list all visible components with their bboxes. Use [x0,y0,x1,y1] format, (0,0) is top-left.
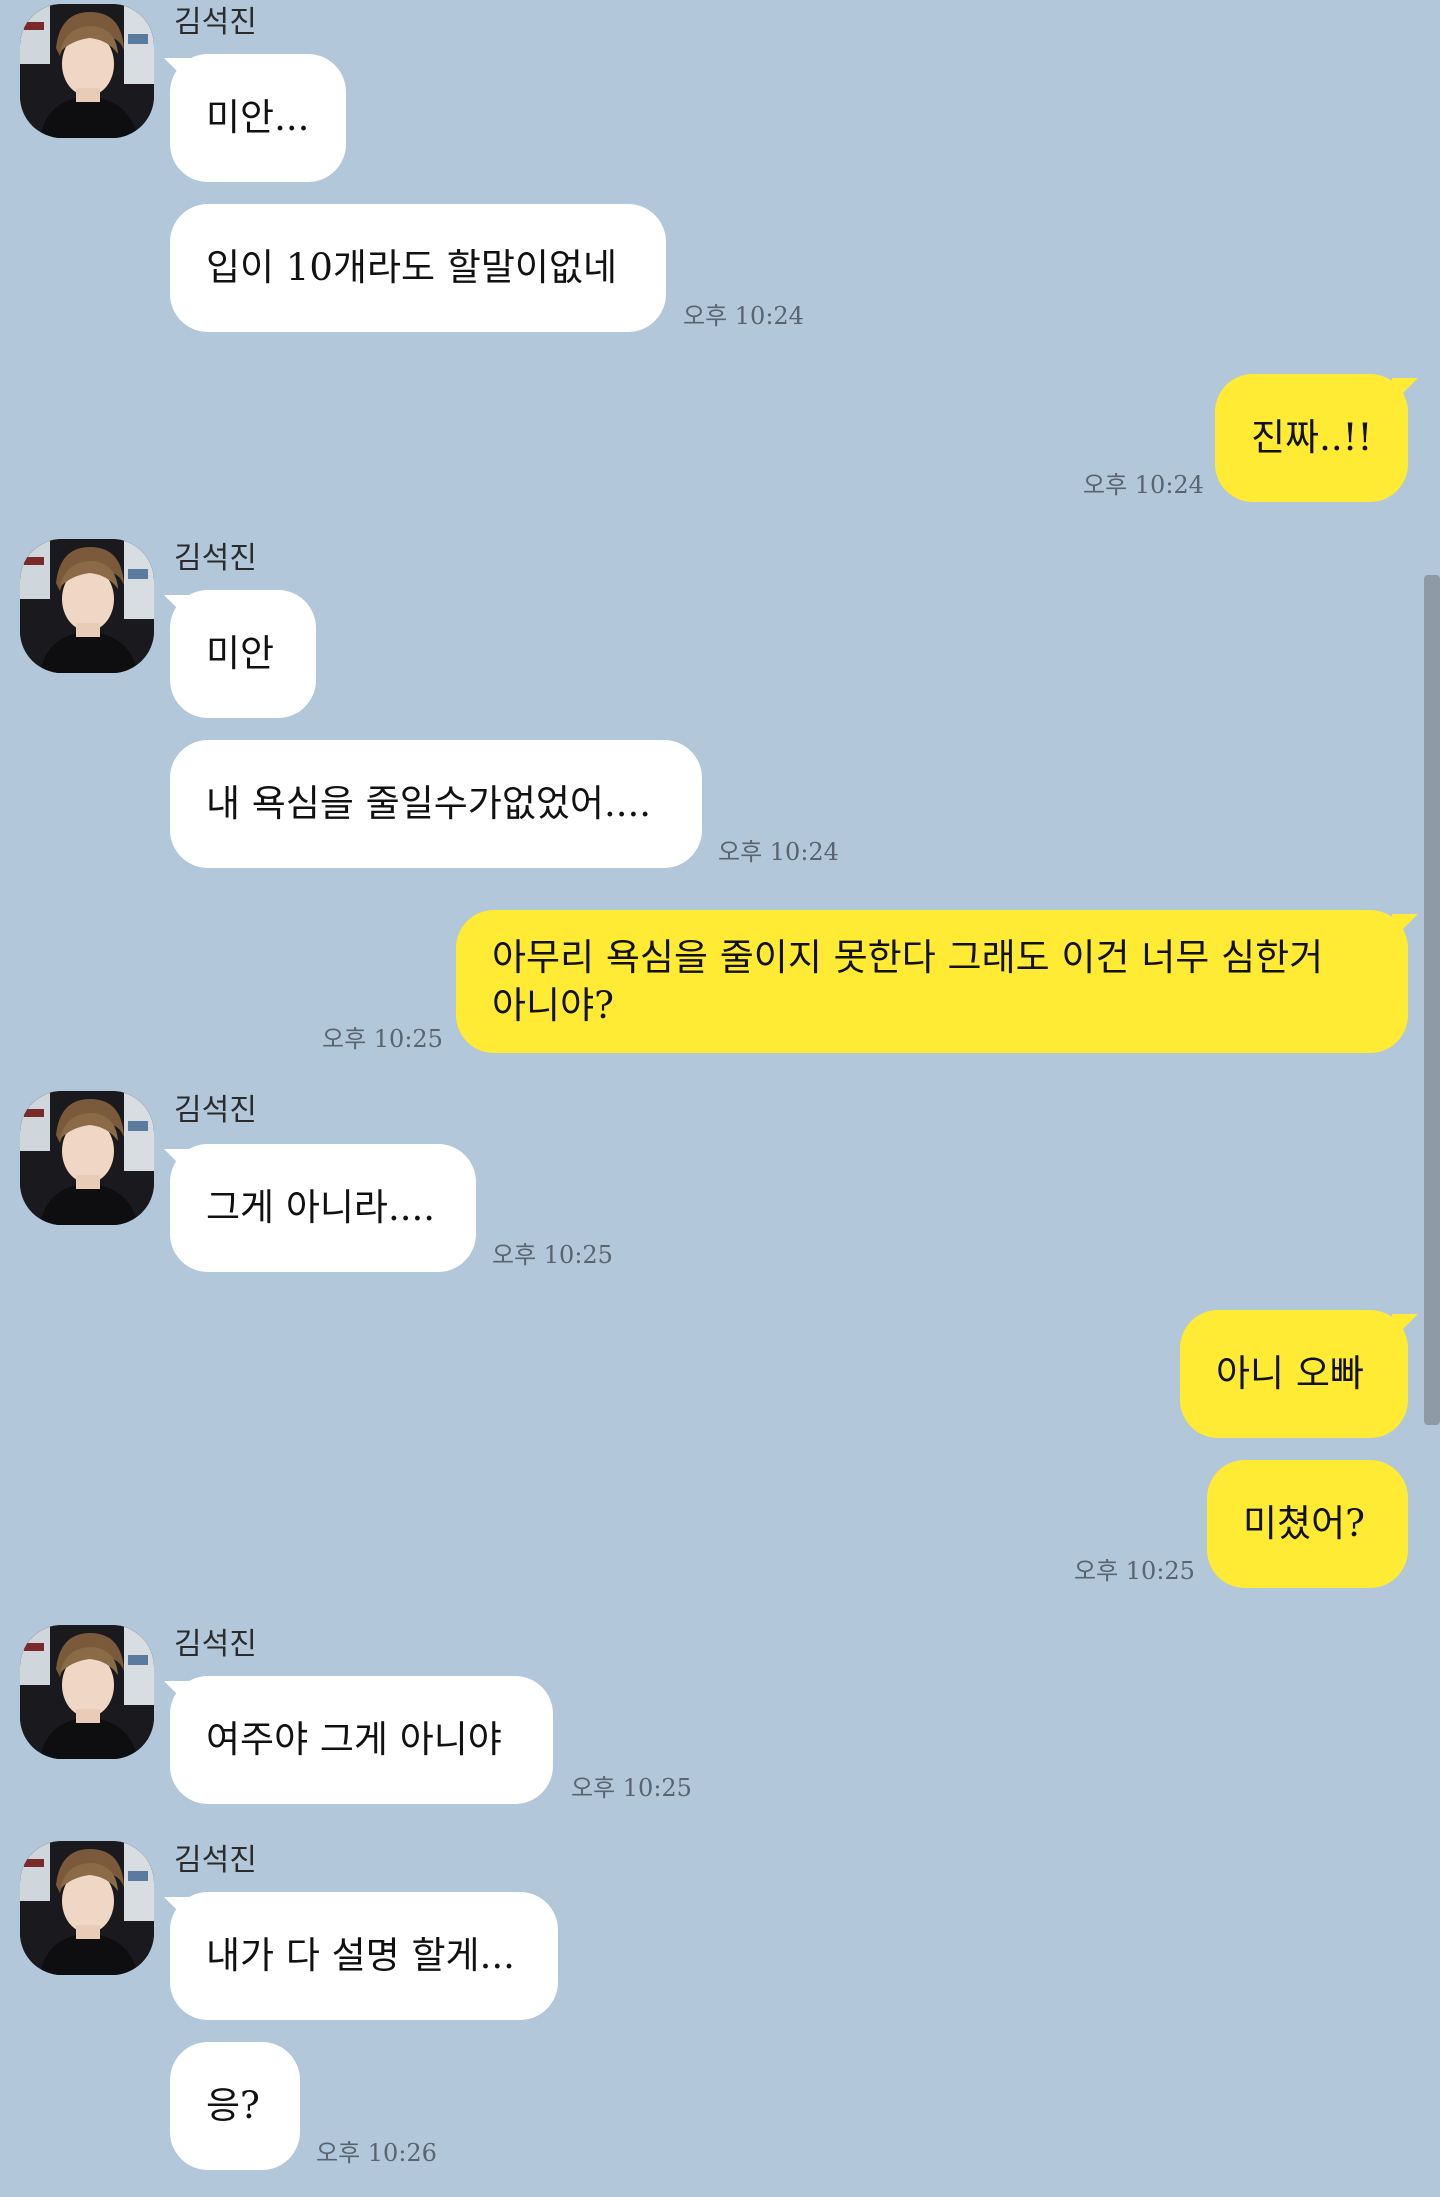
message-bubble[interactable]: 내가 다 설명 할게... [170,1892,558,2020]
message-bubble[interactable]: 미안... [170,54,346,182]
profile-photo-icon [20,1091,154,1225]
message-time: 오후 10:24 [1083,471,1204,499]
message-bubble[interactable]: 아무리 욕심을 줄이지 못한다 그래도 이건 너무 심한거 아니야? [456,910,1408,1053]
message-bubble[interactable]: 응? [170,2042,300,2170]
avatar[interactable] [20,539,154,673]
scrollbar[interactable] [1424,575,1440,1425]
message-time: 오후 10:24 [718,838,839,866]
avatar[interactable] [20,1625,154,1759]
message-bubble[interactable]: 아니 오빠 [1180,1310,1408,1438]
message-bubble[interactable]: 미쳤어? [1207,1460,1408,1588]
message-time: 오후 10:24 [683,302,804,330]
sender-name: 김석진 [174,1843,257,1878]
message-time: 오후 10:25 [322,1025,443,1053]
sender-name: 김석진 [174,1627,257,1662]
avatar[interactable] [20,1841,154,1975]
sender-name: 김석진 [174,1093,257,1128]
message-bubble[interactable]: 내 욕심을 줄일수가없었어.... [170,740,702,868]
message-bubble[interactable]: 여주야 그게 아니야 [170,1676,553,1804]
avatar[interactable] [20,4,154,138]
message-bubble[interactable]: 미안 [170,590,316,718]
sender-name: 김석진 [174,541,257,576]
message-bubble[interactable]: 그게 아니라.... [170,1144,476,1272]
message-bubble[interactable]: 입이 10개라도 할말이없네 [170,204,666,332]
message-time: 오후 10:25 [492,1241,613,1269]
profile-photo-icon [20,4,154,138]
avatar[interactable] [20,1091,154,1225]
sender-name: 김석진 [174,5,257,40]
message-time: 오후 10:25 [571,1774,692,1802]
profile-photo-icon [20,539,154,673]
message-bubble[interactable]: 진짜..!! [1215,374,1408,502]
message-time: 오후 10:25 [1074,1557,1195,1585]
profile-photo-icon [20,1625,154,1759]
message-time: 오후 10:26 [316,2139,437,2167]
profile-photo-icon [20,1841,154,1975]
chat-area[interactable]: 김석진 미안... 입이 10개라도 할말이없네 오후 10:24 진짜..!!… [0,0,1440,2197]
